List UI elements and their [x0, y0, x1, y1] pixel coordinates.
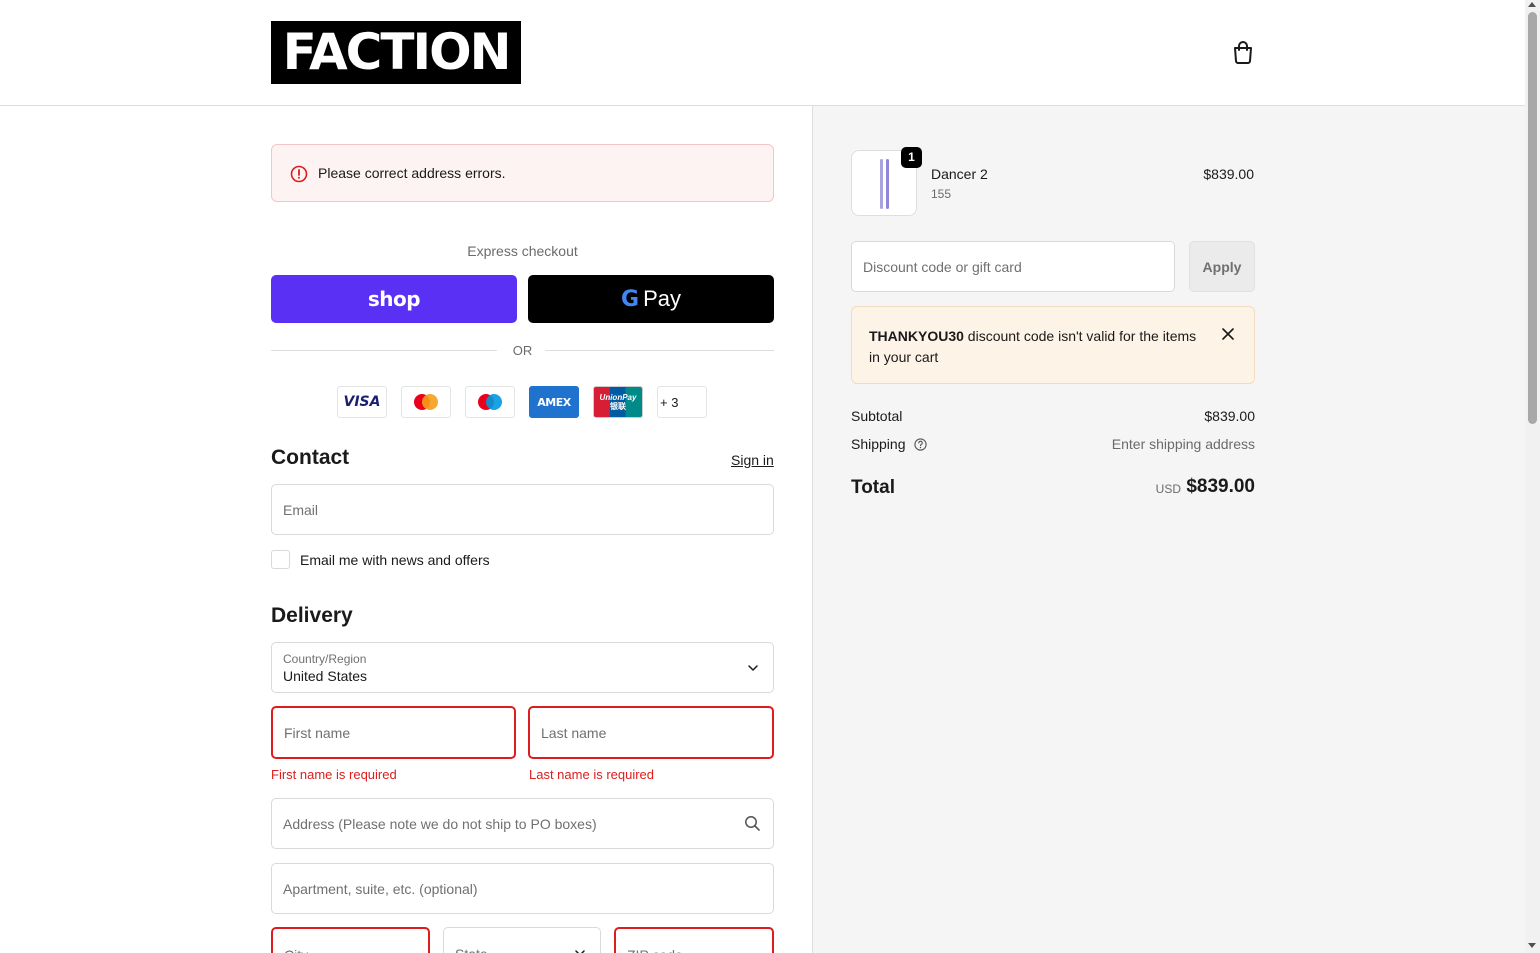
zip-field[interactable]: [614, 927, 774, 953]
last-name-error: Last name is required: [529, 767, 655, 782]
or-divider: OR: [271, 342, 774, 360]
page-scrollbar[interactable]: [1525, 0, 1540, 953]
delivery-title: Delivery: [271, 604, 353, 627]
newsletter-checkbox[interactable]: [271, 550, 290, 569]
unionpay-icon: UnionPay 银联: [593, 386, 643, 418]
address-input[interactable]: [272, 799, 773, 848]
first-name-field[interactable]: [271, 706, 516, 759]
google-pay-label: Pay: [643, 286, 681, 311]
product-name: Dancer 2: [931, 166, 988, 182]
discount-input[interactable]: [852, 242, 1174, 291]
visa-icon: VISA: [337, 386, 387, 418]
subtotal-row: Subtotal $839.00: [851, 408, 1255, 424]
state-select[interactable]: [443, 927, 601, 953]
maestro-icon: [465, 386, 515, 418]
chevron-down-icon: [748, 665, 758, 671]
discount-warning: THANKYOU30 discount code isn't valid for…: [851, 306, 1255, 384]
newsletter-label: Email me with news and offers: [300, 552, 490, 568]
search-icon: [745, 816, 760, 831]
scroll-up-arrow-icon[interactable]: [1528, 2, 1536, 7]
faction-logo[interactable]: FACTION: [271, 21, 521, 84]
shopping-bag-icon[interactable]: [1230, 39, 1256, 65]
total-currency: USD: [1155, 482, 1181, 496]
country-value: United States: [283, 668, 368, 684]
quantity-badge: 1: [901, 147, 922, 168]
sign-in-link[interactable]: Sign in: [731, 452, 774, 468]
first-name-input[interactable]: [273, 708, 514, 757]
discount-code: THANKYOU30: [869, 328, 964, 344]
google-pay-button[interactable]: G Pay: [528, 275, 774, 323]
help-circle-icon[interactable]: [914, 438, 928, 451]
subtotal-value: $839.00: [1204, 408, 1255, 424]
last-name-field[interactable]: [528, 706, 774, 759]
total-value: $839.00: [1186, 476, 1255, 497]
product-price: $839.00: [1203, 166, 1254, 182]
email-input[interactable]: [272, 485, 773, 534]
close-icon[interactable]: [1220, 326, 1236, 342]
city-input[interactable]: [273, 929, 428, 953]
amex-icon: AMEX: [529, 386, 579, 418]
scrollbar-thumb[interactable]: [1528, 12, 1537, 424]
shipping-row: Shipping Enter shipping address: [851, 436, 1255, 452]
shop-pay-button[interactable]: shop: [271, 275, 517, 323]
last-name-input[interactable]: [530, 708, 772, 757]
first-name-error: First name is required: [271, 767, 397, 782]
or-label: OR: [512, 343, 533, 358]
email-field[interactable]: [271, 484, 774, 535]
shipping-label: Shipping: [851, 436, 906, 452]
discount-field[interactable]: [851, 241, 1175, 292]
product-variant: 155: [931, 187, 952, 201]
scroll-down-arrow-icon[interactable]: [1528, 943, 1536, 948]
discount-warning-message: THANKYOU30 discount code isn't valid for…: [869, 328, 1197, 365]
zip-input[interactable]: [616, 929, 772, 953]
address-field[interactable]: [271, 798, 774, 849]
header: FACTION: [0, 0, 1525, 106]
alert-message: Please correct address errors.: [318, 165, 506, 181]
apply-discount-button[interactable]: Apply: [1189, 241, 1255, 292]
country-label: Country/Region: [283, 652, 367, 666]
address-error-alert: Please correct address errors.: [271, 144, 774, 202]
country-select[interactable]: Country/Region United States: [271, 642, 774, 693]
apartment-field[interactable]: [271, 863, 774, 914]
chevron-down-icon: [575, 950, 585, 953]
google-g-icon: G: [621, 286, 640, 312]
city-field[interactable]: [271, 927, 430, 953]
total-row: Total USD $839.00: [851, 476, 1255, 502]
total-label: Total: [851, 477, 895, 498]
subtotal-label: Subtotal: [851, 408, 903, 424]
mastercard-icon: [401, 386, 451, 418]
apartment-input[interactable]: [272, 864, 773, 913]
shipping-value: Enter shipping address: [1111, 436, 1255, 452]
express-checkout-label: Express checkout: [467, 243, 578, 259]
error-circle-icon: [290, 165, 308, 183]
order-summary-panel: [812, 106, 1525, 953]
contact-title: Contact: [271, 446, 350, 469]
more-cards-badge: + 3: [657, 386, 707, 418]
